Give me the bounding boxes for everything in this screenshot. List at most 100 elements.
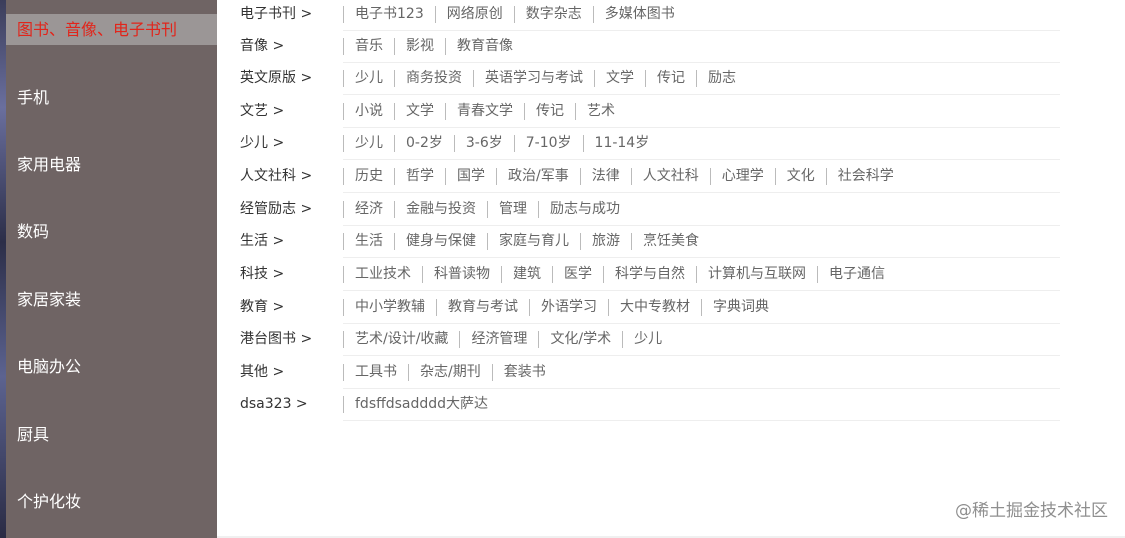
subcategory-link[interactable]: 传记 [524, 103, 575, 120]
subcategory-link[interactable]: 健身与保健 [394, 233, 487, 250]
subcategory-link[interactable]: 文学 [594, 70, 645, 87]
subcategory-link[interactable]: 英语学习与考试 [473, 70, 594, 87]
subcategory-link[interactable]: 旅游 [580, 233, 631, 250]
subcategory-link[interactable]: 经济 [343, 201, 394, 218]
subcategory-link[interactable]: 人文社科 [630, 168, 710, 185]
category-title[interactable]: 文艺 > [240, 97, 284, 125]
subcategory-link[interactable]: 生活 [343, 233, 394, 250]
subcategory-link[interactable]: 艺术 [575, 103, 626, 120]
sidebar-item-digital[interactable]: 数码 [6, 198, 217, 265]
row-divider [343, 420, 1060, 421]
subcategory-list: 经济 金融与投资 管理 励志与成功 [343, 201, 631, 218]
subcategory-link[interactable]: 影视 [394, 38, 445, 55]
subcategory-link[interactable]: 家庭与育儿 [487, 233, 580, 250]
subcategory-link[interactable]: 0-2岁 [394, 135, 454, 152]
subcategory-link[interactable]: 励志与成功 [538, 201, 631, 218]
subcategory-link[interactable]: 法律 [579, 168, 631, 185]
subcategory-link[interactable]: 工具书 [343, 364, 408, 381]
subcategory-link[interactable]: 建筑 [501, 266, 552, 283]
subcategory-link[interactable]: 科普读物 [422, 266, 501, 283]
subcategory-link[interactable]: 少儿 [343, 135, 394, 152]
subcategory-link[interactable]: 工业技术 [343, 266, 422, 283]
subcategory-link[interactable]: 小说 [343, 103, 394, 120]
sidebar-item-books[interactable]: 图书、音像、电子书刊 [6, 14, 217, 45]
row-divider [343, 159, 1060, 160]
subcategory-link[interactable]: 心理学 [709, 168, 775, 185]
subcategory-link[interactable]: 艺术/设计/收藏 [343, 331, 459, 348]
subcategory-link[interactable]: 经济管理 [459, 331, 538, 348]
category-row: 经管励志 > 经济 金融与投资 管理 励志与成功 [240, 195, 1060, 227]
subcategory-link[interactable]: 社会科学 [825, 168, 905, 185]
category-title[interactable]: 人文社科 > [240, 162, 312, 190]
subcategory-link[interactable]: 传记 [645, 70, 696, 87]
subcategory-link[interactable]: 3-6岁 [453, 135, 514, 152]
category-title[interactable]: 科技 > [240, 260, 284, 288]
category-title[interactable]: 港台图书 > [240, 325, 312, 353]
sidebar-item-home[interactable]: 家居家装 [6, 266, 217, 333]
subcategory-link[interactable]: 外语学习 [529, 299, 608, 316]
subcategory-link[interactable]: 历史 [343, 168, 394, 185]
subcategory-link[interactable]: 文学 [394, 103, 445, 120]
subcategory-link[interactable]: 少儿 [343, 70, 394, 87]
category-sidebar: 图书、音像、电子书刊 手机 家用电器 数码 家居家装 电脑办公 厨具 个护化妆 [6, 0, 217, 538]
category-title[interactable]: 其他 > [240, 358, 284, 386]
subcategory-link[interactable]: 励志 [696, 70, 747, 87]
subcategory-link[interactable]: 网络原创 [434, 6, 514, 23]
category-title[interactable]: 英文原版 > [240, 64, 312, 92]
subcategory-link[interactable]: 商务投资 [394, 70, 473, 87]
row-divider [343, 192, 1060, 193]
subcategory-link[interactable]: 政治/军事 [496, 168, 580, 185]
subcategory-link[interactable]: 计算机与互联网 [696, 266, 817, 283]
subcategory-link[interactable]: 套装书 [491, 364, 557, 381]
sidebar-item-personal-care[interactable]: 个护化妆 [6, 468, 217, 535]
category-title[interactable]: 音像 > [240, 32, 284, 60]
subcategory-list: 音乐 影视 教育音像 [343, 38, 524, 55]
category-row: 教育 > 中小学教辅 教育与考试 外语学习 大中专教材 字典词典 [240, 293, 1060, 325]
subcategory-link[interactable]: 中小学教辅 [343, 299, 436, 316]
subcategory-link[interactable]: 杂志/期刊 [408, 364, 492, 381]
category-row: 人文社科 > 历史 哲学 国学 政治/军事 法律 人文社科 心理学 文化 社会科学 [240, 162, 1060, 194]
subcategory-link[interactable]: 烹饪美食 [631, 233, 710, 250]
subcategory-panel: 电子书刊 > 电子书123 网络原创 数字杂志 多媒体图书音像 > 音乐 影视 教育音像英文原… [217, 0, 1125, 538]
category-row: 英文原版 > 少儿 商务投资 英语学习与考试 文学 传记 励志 [240, 64, 1060, 96]
subcategory-link[interactable]: 音乐 [343, 38, 394, 55]
subcategory-link[interactable]: 金融与投资 [394, 201, 487, 218]
subcategory-link[interactable]: 字典词典 [701, 299, 780, 316]
subcategory-link[interactable]: 7-10岁 [513, 135, 583, 152]
category-title[interactable]: 教育 > [240, 293, 284, 321]
subcategory-link[interactable]: 哲学 [394, 168, 445, 185]
subcategory-link[interactable]: 教育音像 [445, 38, 524, 55]
row-divider [343, 30, 1060, 31]
sidebar-item-phones[interactable]: 手机 [6, 64, 217, 131]
subcategory-link[interactable]: 11-14岁 [582, 135, 661, 152]
category-title[interactable]: 电子书刊 > [240, 0, 312, 28]
subcategory-link[interactable]: 少儿 [622, 331, 673, 348]
subcategory-link[interactable]: 文化 [774, 168, 826, 185]
subcategory-link[interactable]: 国学 [445, 168, 496, 185]
row-divider [343, 355, 1060, 356]
subcategory-link[interactable]: 教育与考试 [436, 299, 529, 316]
category-row: 电子书刊 > 电子书123 网络原创 数字杂志 多媒体图书 [240, 0, 1060, 32]
sidebar-item-computer-office[interactable]: 电脑办公 [6, 333, 217, 400]
category-title[interactable]: 少儿 > [240, 129, 284, 157]
subcategory-list: 少儿 商务投资 英语学习与考试 文学 传记 励志 [343, 70, 747, 87]
subcategory-link[interactable]: 青春文学 [445, 103, 524, 120]
subcategory-link[interactable]: 电子书123 [343, 6, 435, 23]
category-title[interactable]: dsa323 > [240, 390, 308, 418]
subcategory-list: 工具书 杂志/期刊 套装书 [343, 364, 557, 381]
subcategory-link[interactable]: 数字杂志 [513, 6, 593, 23]
subcategory-link[interactable]: 文化/学术 [538, 331, 622, 348]
sidebar-item-appliances[interactable]: 家用电器 [6, 131, 217, 198]
subcategory-link[interactable]: 医学 [552, 266, 603, 283]
subcategory-link[interactable]: 科学与自然 [603, 266, 696, 283]
subcategory-link[interactable]: 管理 [487, 201, 538, 218]
category-row: 其他 > 工具书 杂志/期刊 套装书 [240, 358, 1060, 390]
category-title[interactable]: 生活 > [240, 227, 284, 255]
category-row: 港台图书 > 艺术/设计/收藏 经济管理 文化/学术 少儿 [240, 325, 1060, 357]
subcategory-link[interactable]: 多媒体图书 [592, 6, 686, 23]
subcategory-link[interactable]: 电子通信 [817, 266, 896, 283]
subcategory-link[interactable]: fdsffdsadddd大萨达 [343, 396, 499, 413]
subcategory-link[interactable]: 大中专教材 [608, 299, 701, 316]
category-title[interactable]: 经管励志 > [240, 195, 312, 223]
sidebar-item-kitchenware[interactable]: 厨具 [6, 401, 217, 468]
